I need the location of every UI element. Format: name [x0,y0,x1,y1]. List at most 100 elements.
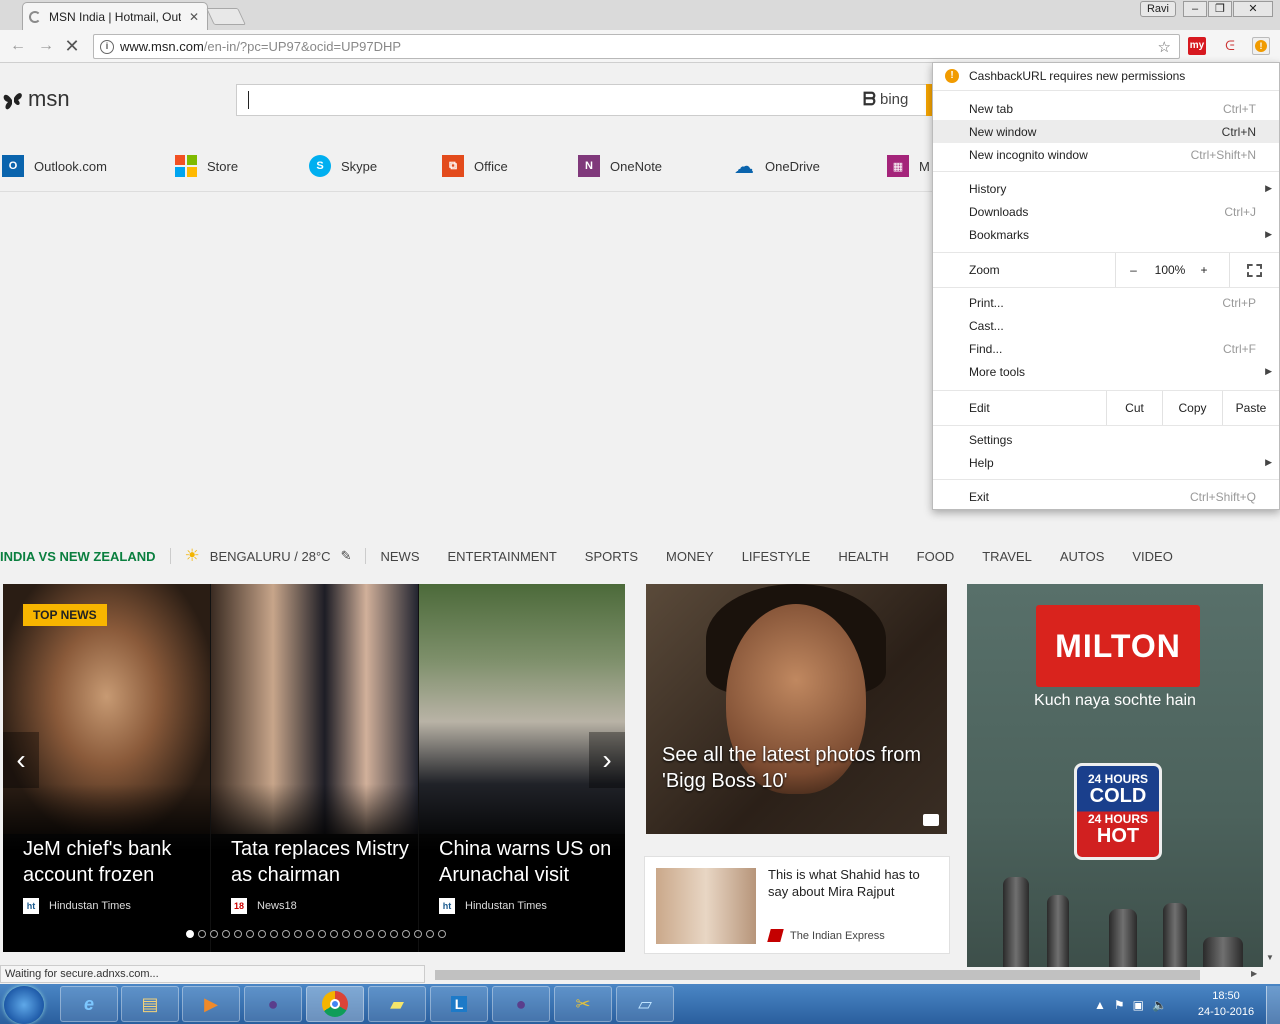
menu-item-cast[interactable]: Cast... [933,314,1279,337]
show-hidden-icons-icon[interactable]: ▲ [1094,998,1106,1012]
carousel-dot[interactable] [246,930,254,938]
carousel-dot[interactable] [282,930,290,938]
network-icon[interactable]: ▣ [1133,998,1144,1012]
menu-item-downloads[interactable]: Downloads Ctrl+J [933,200,1279,223]
menu-item-extension-warning[interactable]: ! CashbackURL requires new permissions [933,63,1279,88]
search-input[interactable]: ᗷ bing [236,84,936,116]
quicklink-onedrive[interactable]: ☁ OneDrive [733,154,820,178]
menu-item-exit[interactable]: Exit Ctrl+Shift+Q [933,485,1279,508]
forward-icon[interactable]: → [36,36,56,56]
advertisement[interactable]: MILTON Kuch naya sochte hain 24 HOURS CO… [967,584,1263,967]
chrome-menu-button[interactable]: ! [1252,37,1270,55]
chrome-icon[interactable] [306,986,364,1022]
menu-item-help[interactable]: Help ▶ [933,451,1279,474]
gallery-caption[interactable]: See all the latest photos from 'Bigg Bos… [662,742,932,794]
zoom-out-button[interactable]: – [1115,253,1151,287]
pencil-icon[interactable]: ✎ [341,548,352,564]
carousel-dot[interactable] [258,930,266,938]
menu-item-new-incognito-window[interactable]: New incognito window Ctrl+Shift+N [933,143,1279,166]
slide-headline[interactable]: JeM chief's bank account frozen [23,836,203,888]
carousel-next-icon[interactable]: › [589,732,625,788]
stop-loading-icon[interactable]: ✕ [62,36,82,56]
carousel-dot[interactable] [306,930,314,938]
notepad-icon[interactable]: ▱ [616,986,674,1022]
taskbar-clock[interactable]: 18:50 24-10-2016 [1188,988,1264,1022]
nav-item-entertainment[interactable]: ENTERTAINMENT [447,549,556,564]
slide-headline[interactable]: Tata replaces Mistry as chairman [231,836,411,888]
nav-item-news[interactable]: NEWS [380,549,419,564]
carousel-dot[interactable] [234,930,242,938]
menu-item-new-window[interactable]: New window Ctrl+N [933,120,1279,143]
address-bar[interactable]: i www.msn.com/en-in/?pc=UP97&ocid=UP97DH… [93,34,1180,59]
carousel-dot[interactable] [414,930,422,938]
my-extension-icon[interactable]: my [1188,37,1206,55]
quicklink-outlook[interactable]: O Outlook.com [2,154,107,178]
news-card-title[interactable]: This is what Shahid has to say about Mir… [768,866,943,900]
carousel-dot[interactable] [426,930,434,938]
carousel-dot[interactable] [294,930,302,938]
slide-headline[interactable]: China warns US on Arunachal visit [439,836,619,888]
cut-button[interactable]: Cut [1106,391,1162,425]
sticky-notes-icon[interactable]: ▰ [368,986,426,1022]
file-explorer-icon[interactable]: ▤ [121,986,179,1022]
minimize-icon[interactable]: – [1183,1,1207,17]
menu-item-find[interactable]: Find... Ctrl+F [933,337,1279,360]
snipping-tool-icon[interactable]: ✂ [554,986,612,1022]
menu-item-new-tab[interactable]: New tab Ctrl+T [933,97,1279,120]
horizontal-scroll-thumb[interactable] [435,970,1200,980]
paste-button[interactable]: Paste [1222,391,1279,425]
quicklink-office[interactable]: ⧉ Office [442,154,508,178]
nav-item-sports[interactable]: SPORTS [585,549,638,564]
carousel-dot[interactable] [222,930,230,938]
show-desktop-button[interactable] [1266,986,1280,1024]
nav-item-health[interactable]: HEALTH [838,549,888,564]
menu-item-bookmarks[interactable]: Bookmarks ▶ [933,223,1279,246]
fullscreen-icon[interactable] [1229,253,1279,287]
photo-gallery-card[interactable]: See all the latest photos from 'Bigg Bos… [646,584,947,834]
carousel-dot[interactable] [270,930,278,938]
nav-item-food[interactable]: FOOD [917,549,955,564]
msn-logo[interactable]: msn [2,86,70,112]
carousel-slide[interactable]: Tata replaces Mistry as chairman 18 News1… [211,584,418,952]
nav-highlight-link[interactable]: INDIA VS NEW ZEALAND [0,549,156,564]
nav-item-lifestyle[interactable]: LIFESTYLE [742,549,811,564]
quicklink-maps[interactable]: ▦ M [887,154,930,178]
scroll-right-icon[interactable]: ▶ [1251,969,1257,978]
carousel-dot[interactable] [354,930,362,938]
menu-item-print[interactable]: Print... Ctrl+P [933,291,1279,314]
volume-icon[interactable]: 🔈 [1152,998,1167,1012]
carousel-dot[interactable] [318,930,326,938]
quicklink-store[interactable]: Store [175,154,238,178]
nav-item-autos[interactable]: AUTOS [1060,549,1105,564]
carousel-dot[interactable] [390,930,398,938]
menu-item-history[interactable]: History ▶ [933,177,1279,200]
nav-item-video[interactable]: VIDEO [1132,549,1172,564]
media-player-icon[interactable]: ▶ [182,986,240,1022]
lync-icon[interactable]: L [430,986,488,1022]
restore-icon[interactable]: ❐ [1208,1,1232,17]
action-center-flag-icon[interactable]: ⚑ [1114,998,1125,1012]
copy-button[interactable]: Copy [1162,391,1222,425]
menu-item-more-tools[interactable]: More tools ▶ [933,360,1279,383]
site-info-icon[interactable]: i [100,39,114,54]
bookmark-star-icon[interactable]: ☆ [1158,38,1171,56]
carousel-prev-icon[interactable]: ‹ [3,732,39,788]
eclipse-icon[interactable]: ● [492,986,550,1022]
start-button[interactable] [4,986,44,1024]
carousel-dot[interactable] [342,930,350,938]
browser-tab[interactable]: MSN India | Hotmail, Out ✕ [22,2,208,30]
quicklink-onenote[interactable]: N OneNote [578,154,662,178]
scroll-down-icon[interactable]: ▼ [1266,953,1274,962]
carousel-dot[interactable] [198,930,206,938]
close-tab-icon[interactable]: ✕ [189,10,199,24]
internet-explorer-icon[interactable]: e [60,986,118,1022]
back-icon[interactable]: ← [8,36,28,56]
carousel-dot[interactable] [366,930,374,938]
carousel-dot[interactable] [186,930,194,938]
carousel-dot[interactable] [438,930,446,938]
eclipse-icon[interactable]: ● [244,986,302,1022]
quicklink-skype[interactable]: S Skype [309,154,377,178]
carousel-dot[interactable] [402,930,410,938]
close-window-icon[interactable]: ✕ [1233,1,1273,17]
carousel-dot[interactable] [330,930,338,938]
